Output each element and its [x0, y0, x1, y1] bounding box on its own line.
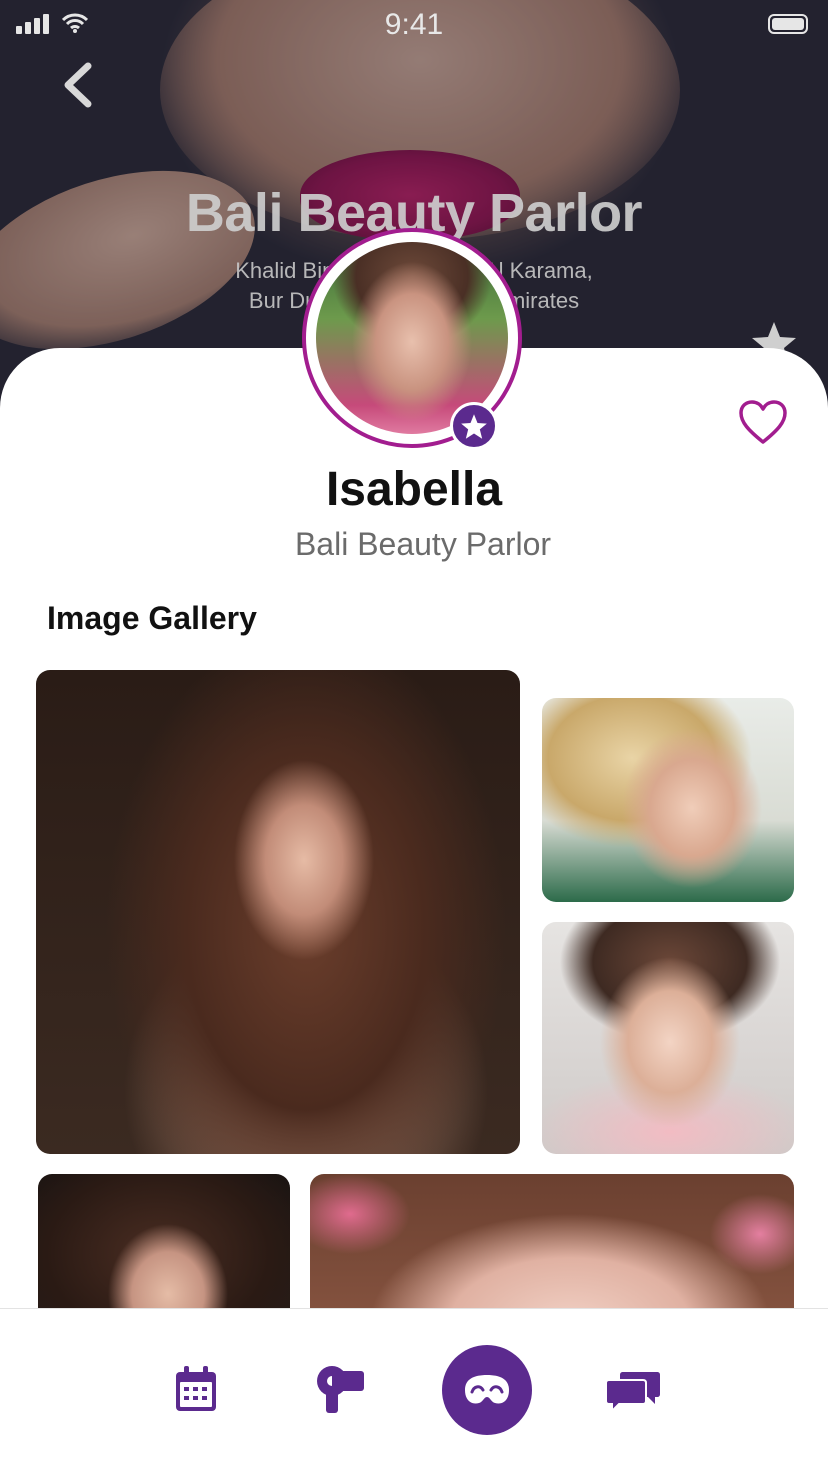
gallery-image[interactable] — [542, 922, 794, 1154]
gallery-image[interactable] — [36, 670, 520, 1154]
chat-icon — [605, 1372, 660, 1412]
star-icon — [461, 413, 487, 439]
battery-icon — [768, 14, 808, 34]
tab-hair-dryer[interactable] — [312, 1363, 368, 1415]
gallery-title: Image Gallery — [47, 600, 257, 636]
hair-dryer-icon — [317, 1366, 364, 1413]
beauty-mask-icon — [465, 1375, 509, 1404]
tab-calendar[interactable] — [170, 1363, 222, 1415]
bottom-tab-bar — [0, 1308, 828, 1473]
status-time: 9:41 — [384, 8, 444, 41]
back-arrow-icon[interactable] — [58, 60, 98, 110]
profile-name: Isabella — [325, 463, 503, 516]
tab-beauty-mask[interactable] — [442, 1345, 532, 1435]
gallery-image[interactable] — [542, 698, 794, 902]
favorite-heart-icon[interactable] — [738, 398, 788, 448]
calendar-icon — [176, 1366, 216, 1411]
status-bar: 9:41 — [0, 0, 828, 50]
profile-salon: Bali Beauty Parlor — [294, 526, 552, 562]
tab-chat[interactable] — [604, 1365, 662, 1415]
verified-badge — [450, 402, 498, 450]
